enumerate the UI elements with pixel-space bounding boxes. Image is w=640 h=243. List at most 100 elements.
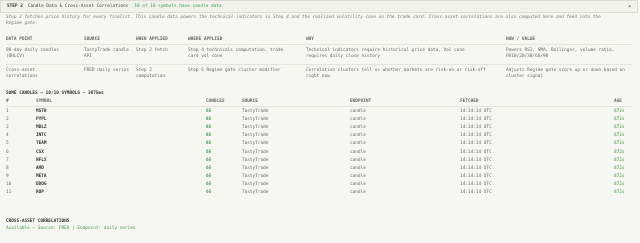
row-endpoint: candle [350,190,366,195]
sources-cell: FRED daily series [84,68,129,73]
row-source: TastyTrade [242,117,269,123]
row-endpoint: candle [350,109,366,114]
table-row[interactable]: 9 META 65 TastyTrade candle 14:14:14 UTC 872s [6,174,632,182]
sources-cell: TastyTrade candle API [84,48,129,60]
row-symbol: META [36,173,47,179]
row-index: 4 [6,133,9,139]
sources-cell: 90-day daily candles (OHLCV) [6,48,59,60]
sources-cell: Step 6 Regime gate cluster modifier [188,68,281,73]
row-index: 8 [6,165,9,171]
row-age: 872s [614,149,625,155]
table-row[interactable]: 1 MSTR 65 TastyTrade candle 14:14:14 UTC 872s [6,109,632,117]
table-row[interactable]: 11 ROP 65 TastyTrade candle 14:14:14 UTC 872s [6,190,632,198]
row-index: 7 [6,157,9,163]
row-fetched: 14:14:14 UTC [460,109,492,114]
row-index: 5 [6,141,9,147]
row-candles: 65 [206,157,212,163]
row-source: TastyTrade [242,190,269,195]
row-age: 872s [614,109,625,114]
row-candles: 65 [206,173,212,179]
table-row[interactable]: 2 PYPL 65 TastyTrade candle 14:14:14 UTC 872s [6,117,632,125]
row-candles: 65 [206,117,212,123]
row-endpoint: candle [350,165,366,171]
row-index: 2 [6,117,9,123]
sources-cell: Correlation clusters tell us whether mar… [306,68,486,80]
table-row[interactable]: 3 MDLZ 65 TastyTrade candle 14:14:14 UTC 872s [6,125,632,133]
table-row[interactable]: 5 TEAM 65 TastyTrade candle 14:14:14 UTC 872s [6,141,632,149]
row-endpoint: candle [350,149,366,155]
cross-asset-status: Available — Source: FRED | Endpoint: dai… [6,226,136,231]
row-age: 872s [614,157,625,163]
chevron-up-icon[interactable]: ▲ [628,4,631,9]
sources-cell: Cross-asset correlations [6,68,38,80]
candles-header-cell: ENDPOINT [350,99,372,104]
table-row[interactable]: 7 NFLX 65 TastyTrade candle 14:14:14 UTC 872s [6,158,632,166]
row-symbol: DDOG [36,181,47,187]
step-number: STEP 2 [7,4,23,9]
sources-cell: Powers RSI, SMA, Bollinger, volume ratio… [506,48,615,60]
row-fetched: 14:14:14 UTC [460,141,492,147]
candles-header-cell: SYMBOL [36,99,52,104]
sources-header-cell: WHY [306,37,314,42]
row-source: TastyTrade [242,165,269,171]
table-row[interactable]: 8 AMD 65 TastyTrade candle 14:14:14 UTC 872s [6,166,632,174]
description-line: Regime gate. [6,21,38,27]
row-symbol: MSTR [36,109,47,114]
row-symbol: INTC [36,133,47,139]
row-candles: 65 [206,133,212,139]
step-status: 10 of 10 symbols have candle data [134,4,222,9]
row-age: 872s [614,133,625,139]
row-age: 872s [614,125,625,131]
sources-header-cell: WHERE APPLIED [188,37,223,42]
row-index: 3 [6,125,9,131]
sources-header-cell: DATA POINT [6,37,33,42]
row-source: TastyTrade [242,157,269,163]
row-fetched: 14:14:14 UTC [460,133,492,139]
row-endpoint: candle [350,125,366,131]
row-fetched: 14:14:14 UTC [460,149,492,155]
row-endpoint: candle [350,181,366,187]
row-index: 10 [6,181,12,187]
sources-cell: Step 4 technicals computation, trade card… [188,48,284,60]
row-endpoint: candle [350,141,366,147]
candles-section-title: SOME CANDLES — 10/10 SYMBOLS — 3675ms [6,91,104,96]
row-source: TastyTrade [242,181,269,187]
step-header[interactable]: STEP 2 Candle Data & Cross-Asset Correla… [0,0,638,13]
row-endpoint: candle [350,117,366,123]
step-title: Candle Data & Cross-Asset Correlations [27,4,129,9]
candles-header-cell: FETCHED [460,99,479,104]
row-candles: 65 [206,190,212,195]
row-symbol: PYPL [36,117,47,123]
row-age: 872s [614,190,625,195]
row-symbol: AMD [36,165,44,171]
row-symbol: ROP [36,190,44,195]
description-line: Step 2 fetches price history for every f… [6,15,601,20]
sources-cell: Technical indicators require historical … [306,48,465,60]
cross-asset-title: CROSS-ASSET CORRELATIONS [6,219,70,224]
row-index: 11 [6,190,12,195]
sources-header-cell: SOURCE [84,37,100,42]
table-row[interactable]: 10 DDOG 65 TastyTrade candle 14:14:14 UTC 872s [6,182,632,190]
step-description: Step 2 fetches price history for every f… [6,15,632,27]
divider [6,106,632,107]
table-row[interactable]: 4 INTC 65 TastyTrade candle 14:14:14 UTC 872s [6,133,632,141]
row-source: TastyTrade [242,173,269,179]
row-candles: 65 [206,165,212,171]
row-candles: 65 [206,109,212,114]
row-symbol: CSX [36,149,44,155]
candles-header-cell: # [6,99,9,104]
row-age: 872s [614,117,625,123]
row-index: 9 [6,173,9,179]
row-fetched: 14:14:14 UTC [460,117,492,123]
table-row[interactable]: 6 CSX 65 TastyTrade candle 14:14:14 UTC 872s [6,150,632,158]
step2-panel: STEP 2 Candle Data & Cross-Asset Correla… [0,0,640,243]
candles-header-cell: SOURCE [242,99,258,104]
row-symbol: MDLZ [36,125,47,131]
candles-header-cell: CANDLES [206,99,225,104]
row-fetched: 14:14:14 UTC [460,173,492,179]
row-age: 872s [614,165,625,171]
row-source: TastyTrade [242,133,269,139]
sources-header-cell: HOW / VALUE [506,37,536,42]
candles-header-cell: AGE [614,99,622,104]
row-source: TastyTrade [242,109,269,114]
